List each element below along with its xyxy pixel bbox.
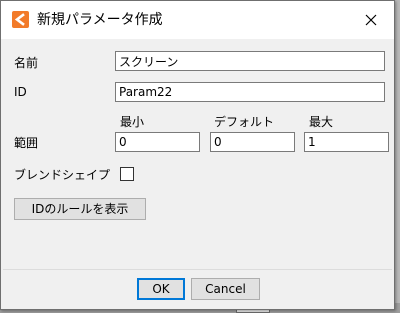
blend-shape-label: ブレンドシェイプ [14, 168, 111, 182]
range-label: 範囲 [14, 136, 39, 150]
default-label: デフォルト [214, 115, 275, 129]
close-icon [365, 14, 377, 26]
blend-shape-checkbox[interactable] [120, 167, 134, 181]
name-input[interactable] [115, 51, 385, 71]
ok-button[interactable]: OK [137, 278, 185, 300]
button-bar: OK Cancel [3, 269, 392, 308]
close-button[interactable] [348, 1, 394, 39]
min-label: 最小 [120, 115, 145, 129]
cancel-button[interactable]: Cancel [191, 278, 260, 300]
name-label: 名前 [14, 56, 39, 70]
title-bar: 新規パラメータ作成 [1, 1, 394, 39]
new-parameter-dialog: 新規パラメータ作成 名前 ID 最小 デフォルト 最大 範囲 ブレンドシェイプ … [0, 0, 395, 310]
default-input[interactable] [210, 132, 295, 152]
id-label: ID [14, 85, 27, 99]
id-input[interactable] [115, 82, 385, 102]
app-logo-icon [12, 11, 29, 28]
dialog-title: 新規パラメータ作成 [37, 12, 163, 28]
min-input[interactable] [115, 132, 200, 152]
form-area: 名前 ID 最小 デフォルト 最大 範囲 ブレンドシェイプ IDのルールを表示 [3, 39, 392, 269]
max-input[interactable] [304, 132, 389, 152]
max-label: 最大 [309, 115, 334, 129]
show-id-rules-button[interactable]: IDのルールを表示 [14, 198, 146, 220]
